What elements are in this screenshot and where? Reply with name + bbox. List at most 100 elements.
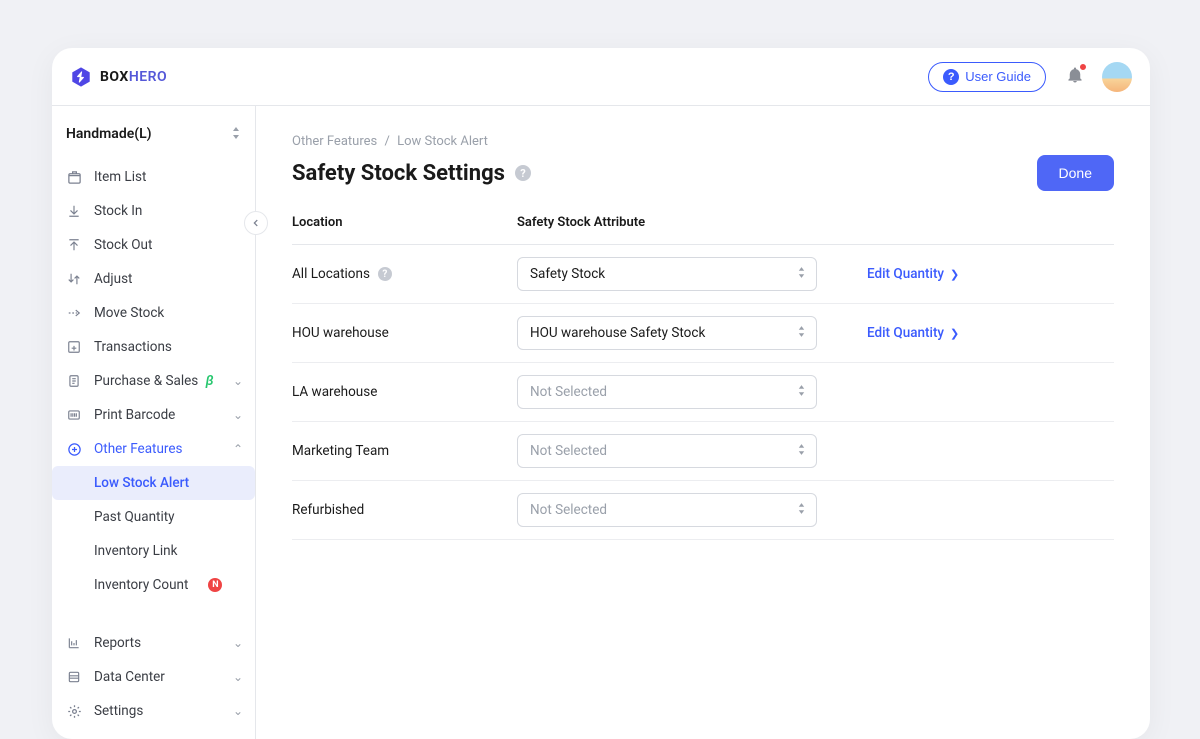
nav-label: Purchase & Sales β <box>94 373 221 389</box>
sort-icon <box>231 127 241 142</box>
nav-item-stock-in[interactable]: Stock In <box>52 194 255 228</box>
beta-badge: β <box>206 373 214 389</box>
sub-item-inventory-link[interactable]: Inventory Link <box>52 534 255 568</box>
sub-label: Inventory Count <box>94 577 188 593</box>
page-title: Safety Stock Settings ? <box>292 161 531 186</box>
help-icon[interactable]: ? <box>378 267 392 281</box>
help-icon: ? <box>943 69 959 85</box>
plus-circle-icon <box>66 441 82 457</box>
breadcrumb: Other Features / Low Stock Alert <box>292 134 1114 149</box>
sub-item-inventory-count[interactable]: Inventory Count N <box>52 568 255 602</box>
table-header: Location Safety Stock Attribute <box>292 215 1114 245</box>
body: Handmade(L) Item List Stock In <box>52 106 1150 739</box>
table-row: All Locations?Safety StockEdit Quantity❯ <box>292 245 1114 304</box>
safety-stock-select[interactable]: HOU warehouse Safety Stock <box>517 316 817 350</box>
nav-item-print-barcode[interactable]: Print Barcode ⌄ <box>52 398 255 432</box>
column-header-location: Location <box>292 215 517 230</box>
nav-label: Item List <box>94 169 243 185</box>
chevron-down-icon: ⌄ <box>233 636 243 650</box>
help-icon[interactable]: ? <box>515 165 531 181</box>
nav-item-adjust[interactable]: Adjust <box>52 262 255 296</box>
other-features-submenu: Low Stock Alert Past Quantity Inventory … <box>52 466 255 602</box>
user-guide-label: User Guide <box>965 69 1031 84</box>
table-row: RefurbishedNot Selected <box>292 481 1114 540</box>
header-bar: BOXHERO ? User Guide <box>52 48 1150 106</box>
nav-label: Transactions <box>94 339 243 355</box>
nav-item-stock-out[interactable]: Stock Out <box>52 228 255 262</box>
chevron-down-icon: ⌄ <box>233 704 243 718</box>
sort-icon <box>797 326 806 341</box>
table-row: HOU warehouseHOU warehouse Safety StockE… <box>292 304 1114 363</box>
done-button[interactable]: Done <box>1037 155 1114 191</box>
location-label: Marketing Team <box>292 443 517 459</box>
sort-icon <box>797 385 806 400</box>
notification-badge <box>1078 62 1088 72</box>
gear-icon <box>66 703 82 719</box>
logo-hex-icon <box>70 66 92 88</box>
column-header-attribute: Safety Stock Attribute <box>517 215 817 230</box>
user-avatar[interactable] <box>1102 62 1132 92</box>
nav-item-item-list[interactable]: Item List <box>52 160 255 194</box>
app-window: BOXHERO ? User Guide Handmade(L) <box>52 48 1150 739</box>
transactions-icon <box>66 339 82 355</box>
barcode-icon <box>66 407 82 423</box>
nav-item-reports[interactable]: Reports ⌄ <box>52 626 255 660</box>
user-guide-button[interactable]: ? User Guide <box>928 62 1046 92</box>
edit-quantity-link[interactable]: Edit Quantity❯ <box>817 325 959 341</box>
nav-label: Reports <box>94 635 221 651</box>
arrow-up-icon <box>66 237 82 253</box>
nav-item-other-features[interactable]: Other Features ⌃ <box>52 432 255 466</box>
table-body: All Locations?Safety StockEdit Quantity❯… <box>292 245 1114 540</box>
sort-icon <box>797 267 806 282</box>
nav-item-transactions[interactable]: Transactions <box>52 330 255 364</box>
chart-icon <box>66 635 82 651</box>
brand-text: BOXHERO <box>100 69 167 85</box>
location-label: All Locations? <box>292 266 517 282</box>
notifications-button[interactable] <box>1066 66 1084 88</box>
safety-stock-select[interactable]: Safety Stock <box>517 257 817 291</box>
sidebar: Handmade(L) Item List Stock In <box>52 106 256 739</box>
breadcrumb-current: Low Stock Alert <box>397 134 488 149</box>
document-icon <box>66 373 82 389</box>
brand-logo[interactable]: BOXHERO <box>70 66 167 88</box>
nav-label: Adjust <box>94 271 243 287</box>
nav-item-data-center[interactable]: Data Center ⌄ <box>52 660 255 694</box>
main-content: Other Features / Low Stock Alert Safety … <box>256 106 1150 739</box>
chevron-left-icon <box>251 218 261 228</box>
nav-label: Print Barcode <box>94 407 221 423</box>
nav-item-move-stock[interactable]: Move Stock <box>52 296 255 330</box>
team-selector[interactable]: Handmade(L) <box>52 116 255 160</box>
chevron-down-icon: ⌄ <box>233 670 243 684</box>
sub-label: Inventory Link <box>94 543 177 559</box>
adjust-icon <box>66 271 82 287</box>
nav-label: Settings <box>94 703 221 719</box>
location-label: Refurbished <box>292 502 517 518</box>
arrow-right-icon <box>66 305 82 321</box>
sub-item-past-quantity[interactable]: Past Quantity <box>52 500 255 534</box>
location-label: HOU warehouse <box>292 325 517 341</box>
nav-label: Move Stock <box>94 305 243 321</box>
safety-stock-select[interactable]: Not Selected <box>517 434 817 468</box>
database-icon <box>66 669 82 685</box>
location-label: LA warehouse <box>292 384 517 400</box>
safety-stock-select[interactable]: Not Selected <box>517 375 817 409</box>
sidebar-collapse-button[interactable] <box>244 211 268 235</box>
nav-item-settings[interactable]: Settings ⌄ <box>52 694 255 728</box>
nav-item-purchase-sales[interactable]: Purchase & Sales β ⌄ <box>52 364 255 398</box>
team-name: Handmade(L) <box>66 126 152 142</box>
sub-item-low-stock-alert[interactable]: Low Stock Alert <box>52 466 255 500</box>
sort-icon <box>797 444 806 459</box>
page-header: Safety Stock Settings ? Done <box>292 155 1114 191</box>
safety-stock-select[interactable]: Not Selected <box>517 493 817 527</box>
chevron-down-icon: ⌄ <box>233 408 243 422</box>
nav-label: Other Features <box>94 441 221 457</box>
nav-label: Stock In <box>94 203 243 219</box>
box-icon <box>66 169 82 185</box>
new-badge: N <box>208 578 222 592</box>
breadcrumb-parent[interactable]: Other Features <box>292 134 377 149</box>
edit-quantity-link[interactable]: Edit Quantity❯ <box>817 266 959 282</box>
chevron-up-icon: ⌃ <box>233 442 243 456</box>
chevron-down-icon: ⌄ <box>233 374 243 388</box>
arrow-down-icon <box>66 203 82 219</box>
table-row: Marketing TeamNot Selected <box>292 422 1114 481</box>
